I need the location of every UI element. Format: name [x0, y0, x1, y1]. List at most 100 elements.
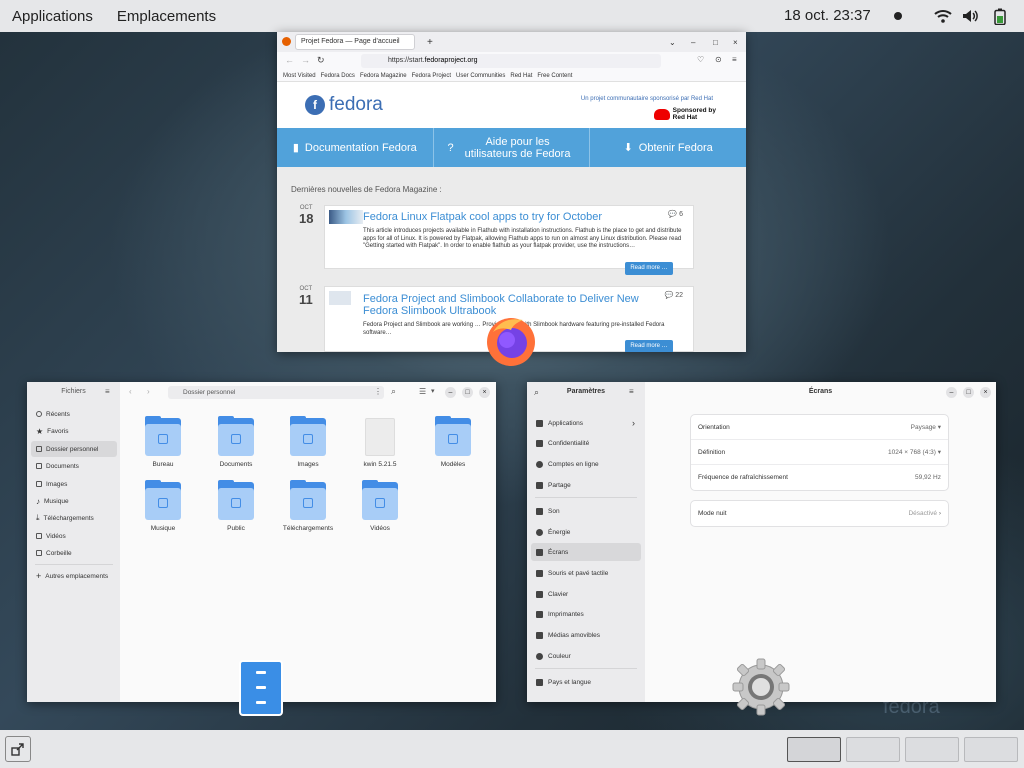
nav-help[interactable]: ? Aide pour les utilisateurs de Fedora [434, 128, 591, 167]
item-label: Modèles [440, 461, 466, 468]
forward-icon[interactable]: › [147, 387, 150, 396]
minimize-icon[interactable]: – [691, 38, 695, 47]
close-icon[interactable]: × [479, 387, 490, 398]
sidebar-item-removable-media[interactable]: Médias amovibles [531, 626, 641, 644]
bookmark-item[interactable]: Most Visited [283, 73, 316, 79]
files-window[interactable]: Fichiers ≡ Récents ★ Favoris Dossier pers… [27, 382, 496, 702]
firefox-tab[interactable]: Projet Fedora — Page d'accueil [295, 34, 415, 50]
sidebar-item-online-accounts[interactable]: Comptes en ligne [531, 455, 641, 473]
close-icon[interactable]: × [733, 38, 738, 47]
pocket-icon[interactable]: ♡ [697, 55, 704, 64]
sidebar-item-home[interactable]: Dossier personnel [31, 441, 117, 457]
settings-menu-icon[interactable]: ≡ [629, 387, 634, 396]
news-title[interactable]: Fedora Linux Flatpak cool apps to try fo… [363, 211, 602, 223]
firefox-window[interactable]: Projet Fedora — Page d'accueil + ⌄ – □ ×… [277, 32, 746, 352]
bookmark-item[interactable]: Free Content [537, 73, 572, 79]
workspace-1[interactable] [787, 737, 841, 762]
files-menu-icon[interactable]: ≡ [105, 387, 110, 396]
fedora-logo-icon: f [305, 95, 325, 115]
close-icon[interactable]: × [980, 387, 991, 398]
sidebar-item-power[interactable]: Énergie [531, 523, 641, 541]
sidebar-item-applications[interactable]: Applications › [531, 414, 641, 432]
maximize-icon[interactable]: □ [462, 387, 473, 398]
workspace-3[interactable] [905, 737, 959, 762]
sidebar-item-sound[interactable]: Son [531, 502, 641, 520]
sidebar-item-music[interactable]: ♪ Musique [31, 493, 117, 509]
bookmark-item[interactable]: Red Hat [510, 73, 532, 79]
nav-documentation[interactable]: ▮ Documentation Fedora [277, 128, 434, 167]
maximize-icon[interactable]: □ [713, 38, 718, 47]
night-light-card: Mode nuit Désactivé › [690, 500, 949, 527]
chevron-down-icon[interactable]: ▾ [431, 387, 435, 395]
sidebar-item-keyboard[interactable]: Clavier [531, 585, 641, 603]
orientation-row[interactable]: Orientation Paysage ▾ [691, 415, 948, 440]
back-icon[interactable]: ‹ [129, 387, 132, 396]
folder-templates[interactable]: Modèles [423, 416, 483, 468]
url-bar[interactable]: https://start.fedoraproject.org [361, 54, 661, 68]
folder-videos[interactable]: Vidéos [350, 480, 410, 532]
workspace-4[interactable] [964, 737, 1018, 762]
folder-music[interactable]: Musique [133, 480, 193, 532]
reload-icon[interactable]: ↻ [317, 55, 325, 66]
fedora-logo[interactable]: f fedora [305, 94, 383, 116]
read-more-button[interactable]: Read more … [625, 340, 673, 352]
sidebar-item-downloads[interactable]: ⤓ Téléchargements [31, 510, 117, 526]
places-menu[interactable]: Emplacements [105, 8, 228, 25]
new-tab-icon[interactable]: + [427, 37, 433, 48]
sidebar-item-region[interactable]: Pays et langue [531, 673, 641, 691]
file-kwin[interactable]: kwin 5.21.5 [350, 418, 410, 468]
folder-documents[interactable]: Documents [206, 416, 266, 468]
workspace-2[interactable] [846, 737, 900, 762]
back-icon[interactable]: ← [285, 55, 294, 65]
minimize-icon[interactable]: – [946, 387, 957, 398]
sidebar-item-printers[interactable]: Imprimantes [531, 605, 641, 623]
clock[interactable]: 18 oct. 23:37 [784, 7, 871, 24]
read-more-button[interactable]: Read more … [625, 262, 673, 275]
sidebar-item-pictures[interactable]: Images [31, 476, 117, 492]
notification-dot-icon[interactable] [894, 12, 902, 20]
folder-downloads[interactable]: Téléchargements [278, 480, 338, 532]
night-mode-row[interactable]: Mode nuit Désactivé › [691, 501, 948, 526]
forward-icon[interactable]: → [301, 55, 310, 65]
sidebar-item-videos[interactable]: Vidéos [31, 528, 117, 544]
view-list-icon[interactable]: ☰ [419, 387, 426, 396]
search-icon[interactable]: ⌕ [391, 386, 396, 397]
folder-public[interactable]: Public [206, 480, 266, 532]
settings-app-icon[interactable] [730, 656, 792, 718]
maximize-icon[interactable]: □ [963, 387, 974, 398]
settings-window[interactable]: ⌕ Paramètres ≡ Applications › Confidentia… [527, 382, 996, 702]
sidebar-item-recent[interactable]: Récents [31, 406, 117, 422]
applications-menu[interactable]: Applications [0, 8, 105, 25]
sidebar-item-trash[interactable]: Corbeille [31, 545, 117, 561]
volume-icon[interactable] [960, 6, 982, 26]
firefox-app-icon[interactable] [483, 312, 539, 368]
sidebar-item-mouse[interactable]: Souris et pavé tactile [531, 564, 641, 582]
minimize-icon[interactable]: – [445, 387, 456, 398]
nav-get-fedora[interactable]: ⬇ Obtenir Fedora [590, 128, 746, 167]
files-app-icon[interactable] [239, 660, 283, 716]
menu-icon[interactable]: ≡ [732, 55, 737, 64]
bookmark-item[interactable]: Fedora Docs [321, 73, 355, 79]
sidebar-item-displays[interactable]: Écrans [531, 543, 641, 561]
tab-list-icon[interactable]: ⌄ [669, 38, 676, 47]
sidebar-item-other-locations[interactable]: + Autres emplacements [31, 568, 117, 584]
resolution-row[interactable]: Définition 1024 × 768 (4:3) ▾ [691, 440, 948, 465]
account-icon[interactable]: ⊙ [715, 55, 722, 64]
folder-images[interactable]: Images [278, 416, 338, 468]
download-icon: ⬇ [623, 141, 633, 154]
folder-desktop[interactable]: Bureau [133, 416, 193, 468]
path-bar[interactable]: Dossier personnel [168, 386, 384, 399]
path-menu-icon[interactable]: ⋮ [374, 387, 382, 396]
window-list-toggle-icon[interactable] [5, 736, 31, 762]
wifi-icon[interactable] [932, 6, 954, 26]
battery-icon[interactable] [990, 6, 1010, 26]
sidebar-item-sharing[interactable]: Partage [531, 476, 641, 494]
sidebar-item-color[interactable]: Couleur [531, 647, 641, 665]
sidebar-item-starred[interactable]: ★ Favoris [31, 423, 117, 439]
sidebar-item-privacy[interactable]: Confidentialité [531, 434, 641, 452]
sidebar-item-documents[interactable]: Documents [31, 458, 117, 474]
redhat-logo[interactable]: Sponsored by Red Hat [653, 107, 716, 121]
bookmark-item[interactable]: Fedora Project [412, 73, 451, 79]
bookmark-item[interactable]: User Communities [456, 73, 505, 79]
bookmark-item[interactable]: Fedora Magazine [360, 73, 407, 79]
